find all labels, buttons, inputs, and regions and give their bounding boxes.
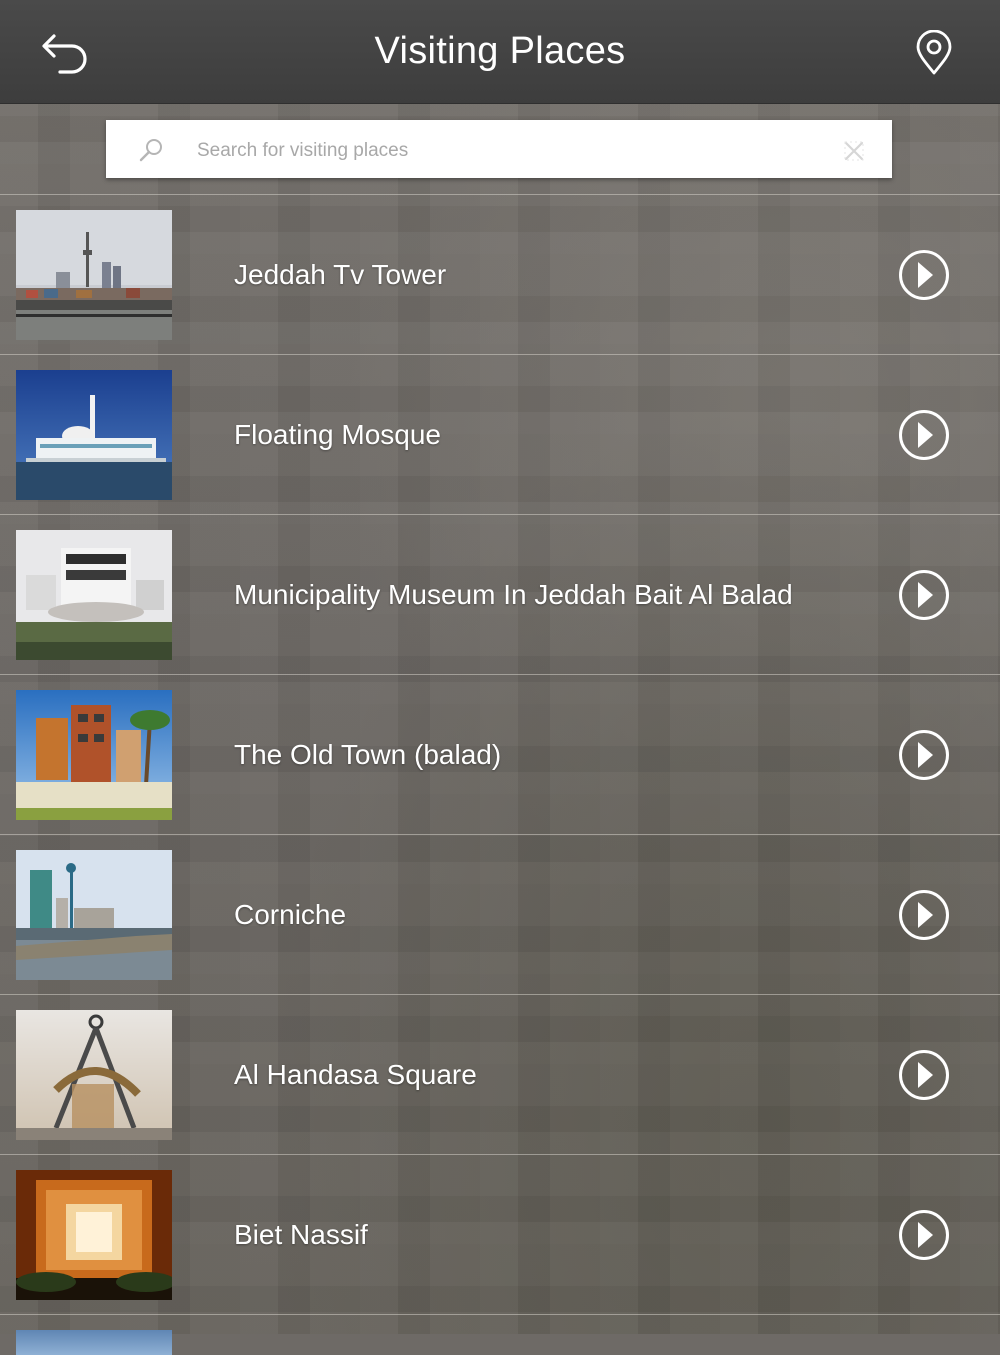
- chevron-right-icon[interactable]: [898, 1049, 950, 1101]
- place-name: Floating Mosque: [234, 419, 442, 450]
- place-name: Corniche: [234, 899, 347, 930]
- list-item[interactable]: Biet Nassif: [0, 1154, 1000, 1314]
- search-input[interactable]: [195, 134, 819, 168]
- chevron-right-icon[interactable]: [898, 249, 950, 301]
- place-name: Biet Nassif: [234, 1219, 368, 1250]
- places-list: Jeddah Tv Tower Floating Mosque Municipa…: [0, 194, 1000, 1355]
- list-item[interactable]: Municipality Museum In Jeddah Bait Al Ba…: [0, 514, 1000, 674]
- museum-photo: [16, 530, 172, 660]
- chevron-right-icon[interactable]: [898, 1209, 950, 1261]
- search-icon: [139, 139, 162, 162]
- chevron-right-icon[interactable]: [898, 409, 950, 461]
- list-item[interactable]: Jeddah Tv Tower: [0, 194, 1000, 354]
- list-item[interactable]: Corniche: [0, 834, 1000, 994]
- list-item[interactable]: [0, 1314, 1000, 1355]
- list-item[interactable]: Floating Mosque: [0, 354, 1000, 514]
- clear-icon[interactable]: [842, 139, 866, 163]
- place-name: Jeddah Tv Tower: [234, 259, 447, 290]
- chevron-right-icon[interactable]: [898, 729, 950, 781]
- corniche-photo: [16, 850, 172, 980]
- biet-nassif-photo: [16, 1170, 172, 1300]
- page-title: Visiting Places: [374, 30, 626, 72]
- floating-mosque-photo: [16, 370, 172, 500]
- list-item[interactable]: The Old Town (balad): [0, 674, 1000, 834]
- place-name: Al Handasa Square: [234, 1059, 477, 1090]
- list-item[interactable]: Al Handasa Square: [0, 994, 1000, 1154]
- handasa-square-photo: [16, 1010, 172, 1140]
- top-bar: Visiting Places: [0, 0, 1000, 104]
- old-town-photo: [16, 690, 172, 820]
- chevron-right-icon[interactable]: [898, 889, 950, 941]
- place-name: The Old Town (balad): [234, 739, 502, 770]
- place-name: Municipality Museum In Jeddah Bait Al Ba…: [234, 579, 793, 610]
- map-pin-icon[interactable]: [912, 30, 956, 76]
- chevron-right-icon[interactable]: [898, 569, 950, 621]
- tv-tower-photo: [16, 210, 172, 340]
